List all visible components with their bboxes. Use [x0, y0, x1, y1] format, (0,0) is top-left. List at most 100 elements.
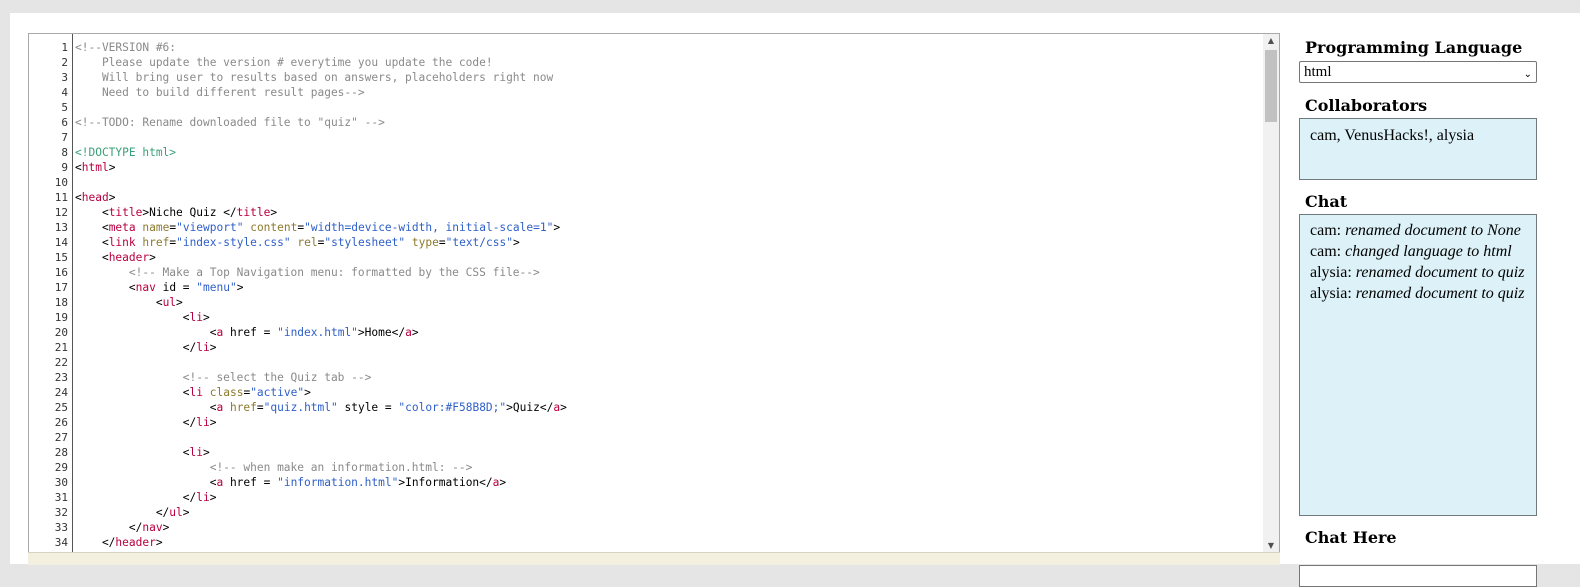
line-number: 9 — [61, 161, 68, 174]
code-line[interactable]: Will bring user to results based on answ… — [75, 70, 553, 85]
code-line[interactable]: <meta name="viewport" content="width=dev… — [75, 220, 560, 235]
chevron-down-icon: ⌄ — [1523, 69, 1532, 80]
chat-message-user: alysia: — [1310, 264, 1356, 281]
code-token: > — [553, 221, 561, 234]
code-line[interactable]: </ul> — [75, 505, 190, 520]
line-number: 15 — [54, 251, 68, 264]
code-token: href — [229, 401, 257, 414]
code-token: link — [108, 236, 136, 249]
code-token: >Quiz</ — [506, 401, 554, 414]
vertical-scrollbar[interactable]: ▲ ▼ — [1263, 34, 1279, 553]
code-line[interactable]: <header> — [75, 250, 156, 265]
code-line[interactable]: Please update the version # everytime yo… — [75, 55, 493, 70]
chat-message: cam: changed language to html — [1310, 244, 1526, 260]
line-number: 11 — [54, 191, 68, 204]
line-number: 32 — [54, 506, 68, 519]
scroll-down-icon[interactable]: ▼ — [1263, 539, 1279, 553]
code-line[interactable]: Need to build different result pages--> — [75, 85, 365, 100]
code-line[interactable]: <a href = "index.html">Home</a> — [75, 325, 419, 340]
code-token: rel — [297, 236, 318, 249]
code-token: <!-- select the Quiz tab --> — [75, 371, 372, 384]
code-token: > — [209, 416, 217, 429]
code-line[interactable]: <li class="active"> — [75, 385, 311, 400]
code-token: </ — [75, 416, 197, 429]
code-token: Please update the version # everytime yo… — [75, 56, 493, 69]
collaborators-list: cam, VenusHacks!, alysia — [1310, 127, 1475, 144]
line-number: 20 — [54, 326, 68, 339]
line-number: 30 — [54, 476, 68, 489]
code-line[interactable]: <!-- select the Quiz tab --> — [75, 370, 372, 385]
code-line[interactable]: </li> — [75, 490, 217, 505]
code-line[interactable]: </li> — [75, 340, 217, 355]
code-token: > — [209, 491, 217, 504]
code-token: < — [75, 311, 190, 324]
code-token: </ — [75, 341, 197, 354]
code-token: header — [108, 251, 150, 264]
code-line[interactable]: <html> — [75, 160, 115, 175]
code-line[interactable]: <li> — [75, 310, 210, 325]
code-token: <!DOCTYPE html> — [75, 146, 177, 159]
code-token: > — [512, 236, 520, 249]
page: 1 2 3 4 5 6 7 8 9 10 11 12 13 14 15 16 17 18 19 20 21 22 23 24 2… — [10, 13, 1580, 587]
code-token: > — [176, 296, 183, 309]
code-line[interactable]: <!--VERSION #6: — [75, 40, 176, 55]
line-number: 6 — [61, 116, 68, 129]
code-line[interactable]: </nav> — [75, 520, 169, 535]
chat-message-text: renamed document to quiz — [1355, 285, 1525, 302]
scroll-up-icon[interactable]: ▲ — [1263, 34, 1279, 48]
code-token: > — [162, 521, 170, 534]
line-number: 10 — [54, 176, 68, 189]
code-line[interactable]: <head> — [75, 190, 115, 205]
code-line[interactable]: <link href="index-style.css" rel="styles… — [75, 235, 520, 250]
chat-message: alysia: renamed document to quiz — [1310, 286, 1526, 302]
code-token: a — [405, 326, 412, 339]
code-token: >Home</ — [357, 326, 406, 339]
code-line[interactable]: <nav id = "menu"> — [75, 280, 244, 295]
code-token: </ — [75, 506, 170, 519]
code-token: > — [182, 506, 190, 519]
code-token: li — [189, 386, 203, 399]
code-token: li — [189, 311, 203, 324]
code-token: type — [411, 236, 439, 249]
code-token: < — [75, 251, 109, 264]
code-line[interactable]: <a href = "information.html">Information… — [75, 475, 506, 490]
line-number: 13 — [54, 221, 68, 234]
code-token: < — [75, 236, 109, 249]
code-line[interactable]: <!-- when make an information.html: --> — [75, 460, 473, 475]
code-token: <!-- Make a Top Navigation menu: formatt… — [75, 266, 540, 279]
chat-message: alysia: renamed document to quiz — [1310, 265, 1526, 281]
line-number: 29 — [54, 461, 68, 474]
line-number: 8 — [61, 146, 68, 159]
code-token: < — [75, 281, 136, 294]
code-editor[interactable]: 1 2 3 4 5 6 7 8 9 10 11 12 13 14 15 16 17 18 19 20 21 22 23 24 2… — [28, 33, 1280, 554]
code-line[interactable]: <!DOCTYPE html> — [75, 145, 176, 160]
code-line[interactable]: </header> — [75, 535, 163, 550]
code-token: < — [75, 401, 217, 414]
code-line[interactable]: </li> — [75, 415, 217, 430]
code-token: style = — [337, 401, 399, 414]
chat-input[interactable] — [1299, 565, 1537, 587]
code-token: >Niche Quiz </ — [142, 206, 237, 219]
line-number: 33 — [54, 521, 68, 534]
chat-message-user: cam: — [1310, 243, 1346, 260]
language-select[interactable]: html ⌄ — [1299, 61, 1537, 83]
code-token: href = — [223, 476, 278, 489]
code-token: name — [142, 221, 170, 234]
code-text-area[interactable]: <!--VERSION #6: Please update the versio… — [75, 34, 1262, 553]
code-token: < — [75, 206, 109, 219]
scrollbar-thumb[interactable] — [1265, 50, 1277, 122]
line-number: 31 — [54, 491, 68, 504]
code-token: >Information</ — [398, 476, 493, 489]
code-token: "color:#F58B8D;" — [398, 401, 507, 414]
code-token: id = — [155, 281, 197, 294]
code-line[interactable]: <a href="quiz.html" style = "color:#F58B… — [75, 400, 567, 415]
line-number: 28 — [54, 446, 68, 459]
code-token: < — [75, 161, 82, 174]
code-token: > — [108, 161, 116, 174]
code-token: > — [304, 386, 311, 399]
code-line[interactable]: <ul> — [75, 295, 183, 310]
code-line[interactable]: <title>Niche Quiz </title> — [75, 205, 277, 220]
code-line[interactable]: <li> — [75, 445, 210, 460]
code-line[interactable]: <!-- Make a Top Navigation menu: formatt… — [75, 265, 540, 280]
code-line[interactable]: <!--TODO: Rename downloaded file to "qui… — [75, 115, 385, 130]
